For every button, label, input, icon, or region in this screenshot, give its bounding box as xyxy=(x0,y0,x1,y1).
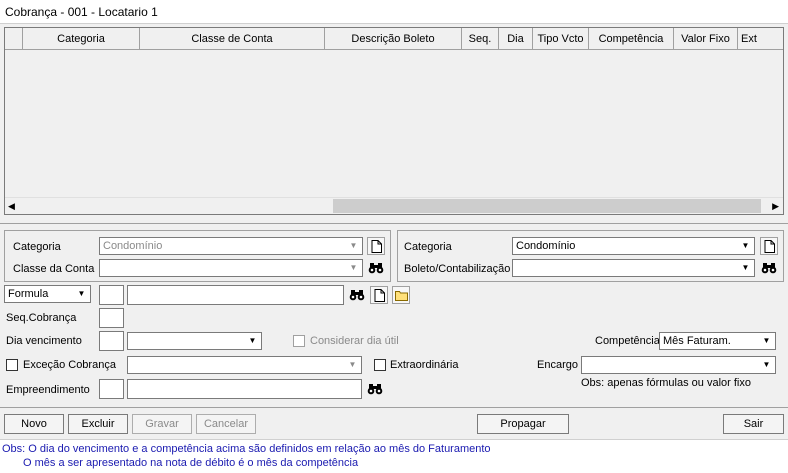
column-header-seq[interactable]: Seq. xyxy=(462,28,499,50)
folder-icon xyxy=(394,290,408,301)
footer-note-line1: Obs: O dia do vencimento e a competência… xyxy=(2,443,491,455)
categoria-select-right[interactable]: Condomínio ▼ xyxy=(512,237,755,255)
encargo-select[interactable]: ▼ xyxy=(581,356,776,374)
seq-cobranca-input[interactable] xyxy=(99,308,124,328)
categoria-label-right: Categoria xyxy=(404,241,452,253)
considerar-dia-util-label: Considerar dia útil xyxy=(310,335,399,347)
formula-type-select[interactable]: Formula ▼ xyxy=(4,285,91,303)
new-document-icon xyxy=(764,239,775,253)
scroll-right-icon[interactable]: ▶ xyxy=(772,201,779,212)
divider xyxy=(0,407,788,408)
horizontal-scrollbar[interactable]: ◀ ▶ xyxy=(5,197,783,214)
new-document-icon xyxy=(371,239,382,253)
classe-conta-select[interactable]: ▼ xyxy=(99,259,363,277)
encargo-obs-text: Obs: apenas fórmulas ou valor fixo xyxy=(581,377,751,389)
divider xyxy=(0,223,788,224)
chevron-down-icon: ▼ xyxy=(741,263,750,272)
scroll-left-icon[interactable]: ◀ xyxy=(8,201,15,212)
cobranca-grid[interactable]: Categoria Classe de Conta Descrição Bole… xyxy=(4,27,784,215)
scrollbar-thumb[interactable] xyxy=(333,199,761,213)
grid-indicator-header xyxy=(5,28,23,50)
categoria-value-left: Condomínio xyxy=(103,240,163,252)
chevron-down-icon: ▼ xyxy=(741,241,750,250)
search-classe-button[interactable] xyxy=(367,259,385,277)
title-bar: Cobrança - 001 - Locatario 1 xyxy=(0,0,788,24)
chevron-down-icon: ▼ xyxy=(348,360,357,369)
dia-vencimento-input[interactable] xyxy=(99,331,124,351)
categoria-label-left: Categoria xyxy=(13,241,61,253)
cancelar-button[interactable]: Cancelar xyxy=(196,414,256,434)
binoculars-icon xyxy=(368,263,384,274)
classe-conta-label: Classe da Conta xyxy=(13,263,95,275)
chevron-down-icon: ▼ xyxy=(762,336,771,345)
dia-vencimento-label: Dia vencimento xyxy=(6,335,82,347)
binoculars-icon xyxy=(349,290,365,301)
chevron-down-icon: ▼ xyxy=(77,289,86,298)
empreendimento-description-input[interactable] xyxy=(127,379,362,399)
competencia-label: Competência xyxy=(595,335,660,347)
excecao-cobranca-label: Exceção Cobrança xyxy=(23,359,116,371)
window-title: Cobrança - 001 - Locatario 1 xyxy=(5,5,158,19)
empreendimento-label: Empreendimento xyxy=(6,384,90,396)
column-header-competencia[interactable]: Competência xyxy=(589,28,674,50)
boleto-contabilizacao-select[interactable]: ▼ xyxy=(512,259,755,277)
formula-type-value: Formula xyxy=(8,288,49,300)
empreendimento-code-input[interactable] xyxy=(99,379,124,399)
column-header-descricao-boleto[interactable]: Descrição Boleto xyxy=(325,28,462,50)
grid-header: Categoria Classe de Conta Descrição Bole… xyxy=(5,28,783,50)
formula-description-input[interactable] xyxy=(127,285,344,305)
column-header-categoria[interactable]: Categoria xyxy=(23,28,140,50)
chevron-down-icon: ▼ xyxy=(762,360,771,369)
new-document-button-left[interactable] xyxy=(367,237,385,255)
excecao-cobranca-select[interactable]: ▼ xyxy=(127,356,362,374)
chevron-down-icon: ▼ xyxy=(349,263,358,272)
sair-button[interactable]: Sair xyxy=(723,414,784,434)
search-formula-button[interactable] xyxy=(348,286,366,304)
considerar-dia-util-checkbox[interactable] xyxy=(293,335,305,347)
binoculars-icon xyxy=(367,384,383,395)
column-header-valor-fixo[interactable]: Valor Fixo xyxy=(674,28,738,50)
seq-cobranca-label: Seq.Cobrança xyxy=(6,312,77,324)
extraordinaria-label: Extraordinária xyxy=(390,359,459,371)
categoria-value-right: Condomínio xyxy=(516,240,576,252)
boleto-contabilizacao-label: Boleto/Contabilização xyxy=(404,263,511,275)
search-empreendimento-button[interactable] xyxy=(366,380,384,398)
excluir-button[interactable]: Excluir xyxy=(68,414,128,434)
novo-button[interactable]: Novo xyxy=(4,414,64,434)
new-document-button-right[interactable] xyxy=(760,237,778,255)
binoculars-icon xyxy=(761,263,777,274)
categoria-select-left: Condomínio ▼ xyxy=(99,237,363,255)
new-formula-button[interactable] xyxy=(370,286,388,304)
propagar-button[interactable]: Propagar xyxy=(477,414,569,434)
column-header-ext[interactable]: Ext xyxy=(738,28,783,50)
gravar-button[interactable]: Gravar xyxy=(132,414,192,434)
extraordinaria-checkbox[interactable] xyxy=(374,359,386,371)
column-header-tipo-vcto[interactable]: Tipo Vcto xyxy=(533,28,589,50)
open-folder-button[interactable] xyxy=(392,286,410,304)
encargo-label: Encargo xyxy=(537,359,578,371)
competencia-value: Mês Faturam. xyxy=(663,335,731,347)
column-header-classe-de-conta[interactable]: Classe de Conta xyxy=(140,28,325,50)
chevron-down-icon: ▼ xyxy=(349,241,358,250)
excecao-cobranca-checkbox[interactable] xyxy=(6,359,18,371)
competencia-select[interactable]: Mês Faturam. ▼ xyxy=(659,332,776,350)
dia-vencimento-select[interactable]: ▼ xyxy=(127,332,262,350)
formula-code-input[interactable] xyxy=(99,285,124,305)
search-boleto-button[interactable] xyxy=(760,259,778,277)
column-header-dia[interactable]: Dia xyxy=(499,28,533,50)
new-document-icon xyxy=(374,288,385,302)
footer-note-line2: O mês a ser apresentado na nota de débit… xyxy=(23,457,359,469)
chevron-down-icon: ▼ xyxy=(248,336,257,345)
